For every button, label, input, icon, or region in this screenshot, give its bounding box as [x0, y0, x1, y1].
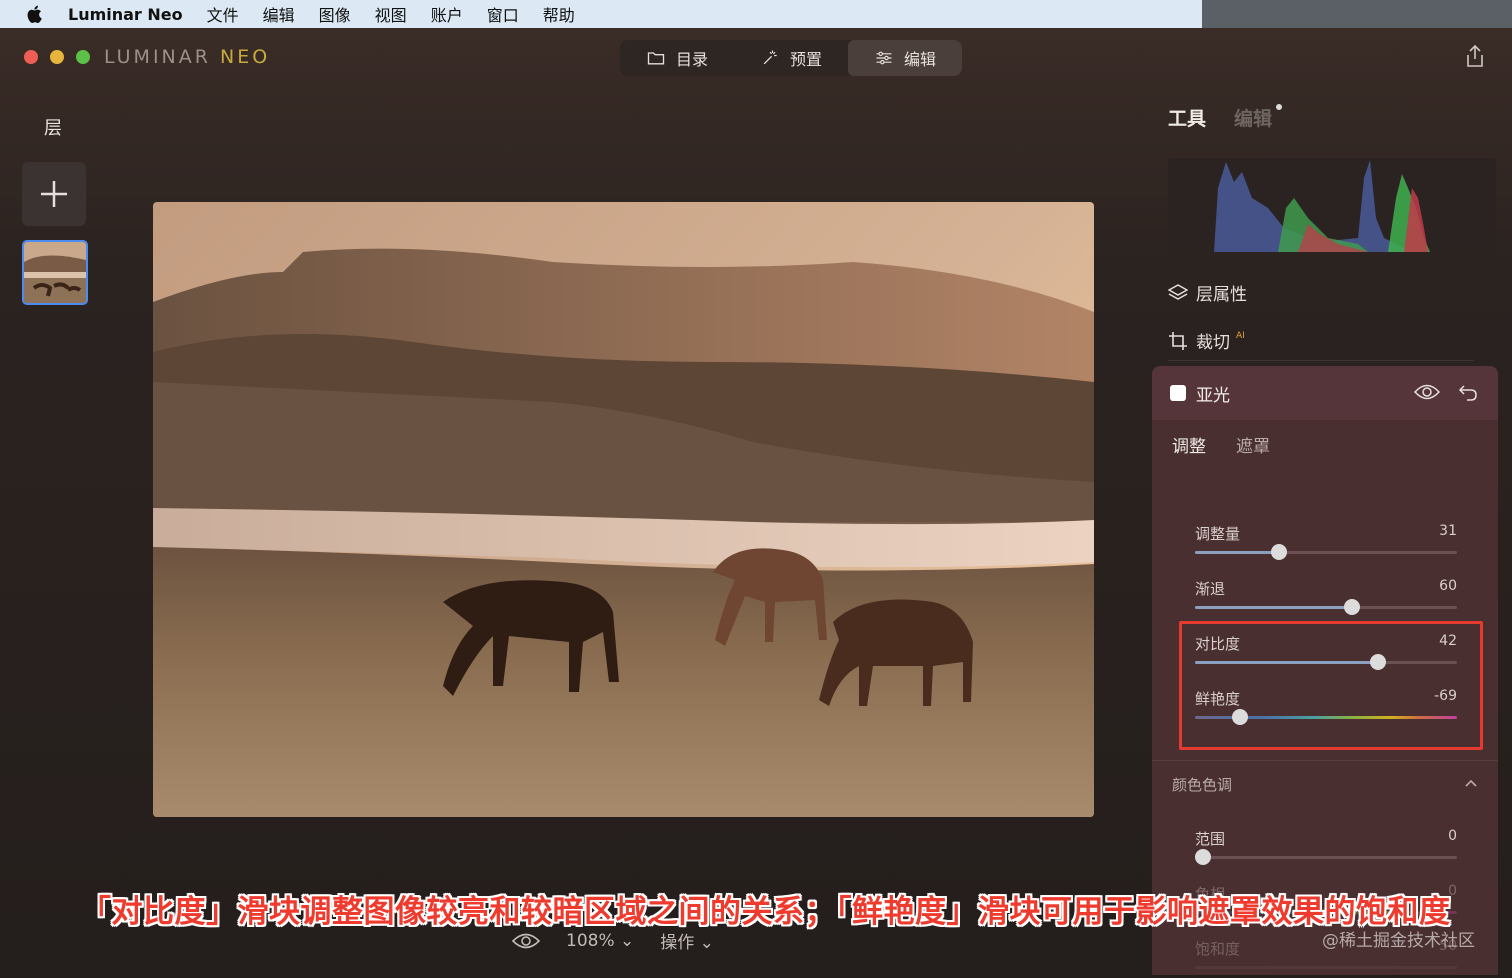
folder-icon: [647, 52, 665, 65]
amount-slider[interactable]: 调整量 31: [1195, 523, 1457, 563]
add-layer-button[interactable]: [22, 162, 86, 226]
tab-presets-label: 预置: [790, 50, 823, 69]
layer-properties-label: 层属性: [1196, 285, 1247, 305]
menu-image[interactable]: 图像: [319, 2, 351, 26]
menu-help[interactable]: 帮助: [543, 2, 575, 26]
fade-value: 60: [1439, 578, 1457, 594]
fade-label: 渐退: [1195, 580, 1226, 598]
plus-icon: [41, 181, 67, 207]
bottom-bar: 108% ⌄ 操作 ⌄: [512, 928, 714, 953]
layer-thumbnail-image: [24, 242, 86, 303]
crop-item[interactable]: 裁切 AI: [1168, 328, 1245, 353]
chevron-up-icon[interactable]: [1464, 776, 1478, 790]
crop-icon: [1169, 331, 1187, 350]
amount-knob[interactable]: [1270, 544, 1287, 560]
apple-logo-icon[interactable]: [24, 3, 46, 25]
section-divider: [1152, 760, 1498, 761]
preview-eye-icon[interactable]: [512, 932, 540, 950]
tab-catalog[interactable]: 目录: [620, 40, 734, 76]
share-icon[interactable]: [1464, 44, 1486, 68]
layers-title: 层: [44, 118, 62, 139]
matte-subtabs: 调整 遮罩: [1172, 432, 1270, 457]
minimize-window-button[interactable]: [50, 50, 64, 64]
matte-title: 亚光: [1196, 385, 1230, 406]
tab-tools[interactable]: 工具: [1168, 104, 1206, 131]
visibility-eye-icon[interactable]: [1414, 383, 1440, 401]
color-tone-title: 颜色色调: [1172, 776, 1233, 794]
zoom-value: 108%: [566, 930, 615, 951]
logo-accent: NEO: [220, 46, 271, 68]
layers-icon: [1168, 283, 1188, 300]
reset-undo-icon[interactable]: [1458, 382, 1478, 402]
menu-file[interactable]: 文件: [207, 2, 239, 26]
tab-edit[interactable]: 编辑: [848, 40, 963, 76]
amount-label: 调整量: [1195, 525, 1241, 543]
ai-badge: AI: [1236, 330, 1245, 341]
zoom-dropdown[interactable]: 108% ⌄: [566, 931, 634, 951]
color-tone-section-header[interactable]: 颜色色调: [1172, 774, 1478, 795]
saturation-label: 饱和度: [1195, 940, 1241, 958]
menu-window[interactable]: 窗口: [487, 2, 519, 26]
chevron-down-icon: ⌄: [699, 933, 714, 953]
fade-knob[interactable]: [1344, 599, 1361, 615]
menu-bar: Luminar Neo 文件 编辑 图像 视图 账户 窗口 帮助: [0, 0, 1512, 28]
range-knob[interactable]: [1194, 849, 1211, 865]
histogram: [1168, 158, 1496, 252]
amount-value: 31: [1439, 523, 1457, 539]
matte-header: 亚光: [1152, 366, 1498, 420]
watermark: @稀土掘金技术社区: [1322, 931, 1475, 951]
range-slider[interactable]: 范围 0: [1194, 828, 1457, 868]
histogram-graph: [1214, 160, 1430, 252]
menu-edit[interactable]: 编辑: [263, 2, 295, 26]
range-track: [1195, 856, 1457, 859]
logo-text: LUMINAR: [104, 46, 220, 68]
tutorial-caption: 「对比度」滑块调整图像较亮和较暗区域之间的关系；「鲜艳度」滑块可用于影响遮罩效果…: [80, 894, 1451, 930]
zoom-window-button[interactable]: [76, 50, 90, 64]
menubar-right-region: [1202, 0, 1512, 28]
layer-properties-item[interactable]: 层属性: [1168, 280, 1247, 305]
top-nav: 目录 预置 编辑: [620, 40, 963, 76]
matte-enable-checkbox[interactable]: [1170, 385, 1186, 401]
subtab-adjust[interactable]: 调整: [1172, 432, 1206, 457]
menu-account[interactable]: 账户: [431, 2, 463, 26]
panel-divider: [1168, 360, 1474, 361]
app-logo: LUMINAR NEO: [104, 46, 270, 68]
window-controls: [24, 50, 90, 64]
matte-tool-panel: 亚光 调整 遮罩 调整量 31 渐退 60 对比度 42 鲜艳度 -69 颜色色…: [1152, 366, 1498, 975]
annotation-highlight-box: [1179, 621, 1483, 750]
tab-edits[interactable]: 编辑: [1234, 104, 1283, 131]
menu-app-name[interactable]: Luminar Neo: [68, 5, 183, 24]
fade-slider[interactable]: 渐退 60: [1195, 578, 1457, 618]
tab-presets[interactable]: 预置: [734, 40, 848, 76]
crop-label: 裁切: [1196, 333, 1230, 353]
tab-edits-label: 编辑: [1234, 108, 1273, 130]
right-panel-tabs: 工具 编辑: [1168, 104, 1283, 131]
edits-indicator-dot: [1276, 104, 1283, 110]
app-window: LUMINAR NEO 目录 预置 编辑 层 108% ⌄ 操作 ⌄ 工具 编辑…: [0, 28, 1512, 975]
chevron-down-icon: ⌄: [620, 930, 635, 951]
layer-thumbnail[interactable]: [22, 240, 88, 305]
subtab-mask[interactable]: 遮罩: [1236, 432, 1270, 457]
horses-photo: [153, 202, 1094, 817]
tab-edit-label: 编辑: [904, 50, 937, 69]
menu-view[interactable]: 视图: [375, 2, 407, 26]
saturation-track: [1195, 966, 1457, 969]
actions-label: 操作: [660, 933, 695, 953]
actions-dropdown[interactable]: 操作 ⌄: [660, 928, 714, 953]
range-label: 范围: [1195, 830, 1226, 848]
tab-catalog-label: 目录: [676, 50, 709, 69]
close-window-button[interactable]: [24, 50, 38, 64]
sliders-icon: [876, 51, 892, 65]
amount-fill: [1195, 551, 1279, 554]
photo-canvas[interactable]: [153, 202, 1094, 817]
range-value: 0: [1448, 828, 1457, 844]
fade-fill: [1195, 606, 1353, 609]
magic-wand-icon: [763, 50, 777, 65]
